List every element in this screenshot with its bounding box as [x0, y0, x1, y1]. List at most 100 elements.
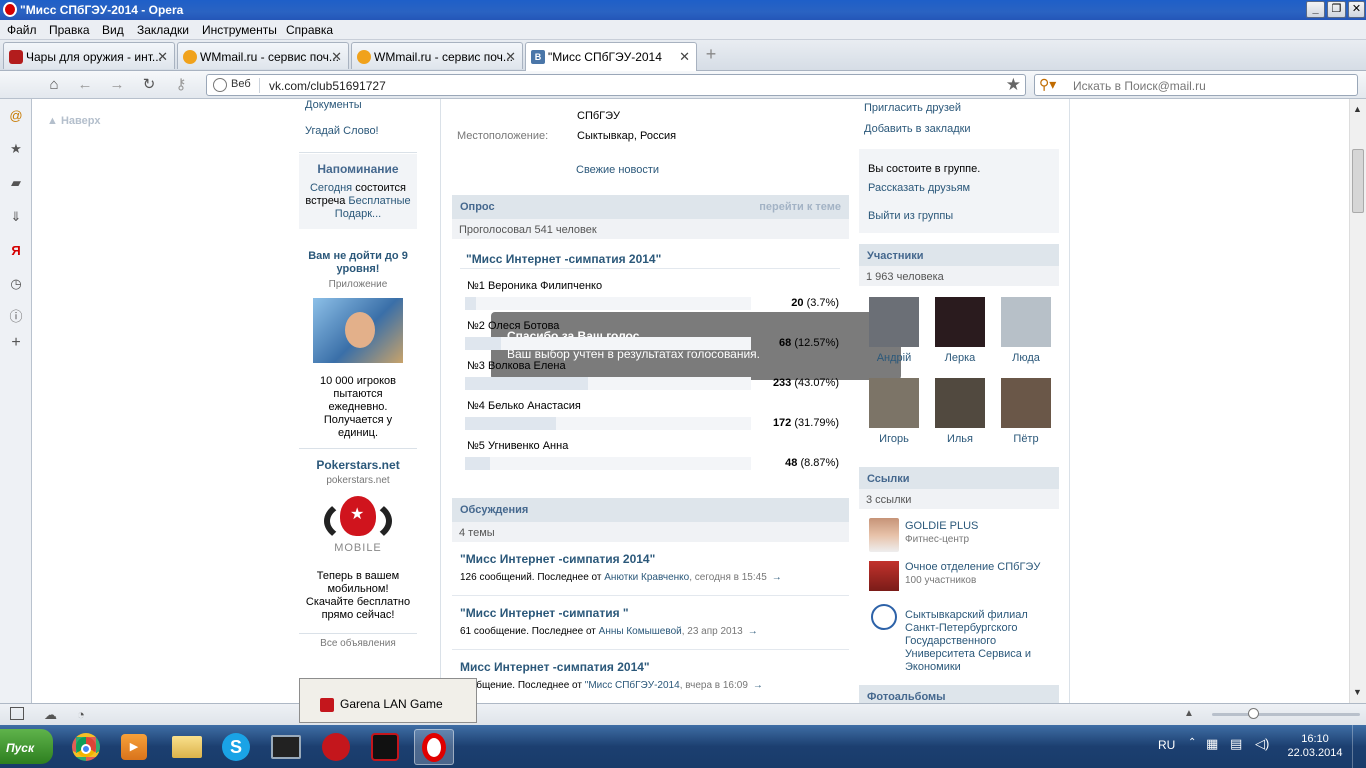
- panel-toggle-icon[interactable]: [10, 707, 24, 720]
- notes-icon[interactable]: ▰: [8, 175, 24, 191]
- poll-goto-link[interactable]: перейти к теме: [759, 201, 841, 213]
- member-avatar[interactable]: [935, 378, 985, 428]
- menu-file[interactable]: Файл: [7, 23, 37, 37]
- tray-expand-icon[interactable]: ⌃: [1188, 737, 1196, 748]
- forward-icon[interactable]: →: [108, 76, 126, 94]
- opera-taskbar-icon[interactable]: [414, 729, 454, 765]
- back-icon[interactable]: ←: [76, 76, 94, 94]
- member-avatar[interactable]: [1001, 297, 1051, 347]
- tab-wmmail-1[interactable]: WMmail.ru - сервис поч... ✕: [177, 42, 349, 69]
- member-card[interactable]: Люда: [1000, 297, 1052, 364]
- mail-icon[interactable]: @: [8, 108, 24, 124]
- start-button[interactable]: Пуск: [0, 729, 53, 764]
- ad-game[interactable]: Вам не дойти до 9 уровня! Приложение 10 …: [299, 250, 417, 440]
- media-player-icon[interactable]: ▶: [114, 729, 154, 765]
- explorer-folder-icon[interactable]: [167, 729, 207, 765]
- new-tab-button[interactable]: +: [702, 45, 720, 64]
- discussion-title-link[interactable]: "Мисс Интернет -симпатия 2014": [460, 552, 655, 566]
- ad-game-image[interactable]: [313, 298, 403, 363]
- chrome-icon[interactable]: [66, 729, 106, 765]
- ad-poker-title[interactable]: Pokerstars.net: [299, 458, 417, 472]
- search-icon[interactable]: ⚲▾: [1039, 76, 1056, 93]
- discussion-author-link[interactable]: Анютки Кравченко: [604, 572, 689, 583]
- member-card[interactable]: Игорь: [868, 378, 920, 445]
- garena-preview[interactable]: Garena LAN Game: [299, 678, 477, 723]
- scroll-to-top-link[interactable]: ▲ Наверх: [47, 115, 100, 127]
- discussion-author-link[interactable]: "Мисс СПбГЭУ-2014: [585, 680, 680, 691]
- invite-friends-link[interactable]: Пригласить друзей: [864, 102, 961, 114]
- menu-tools[interactable]: Инструменты: [202, 23, 277, 37]
- menu-bookmarks[interactable]: Закладки: [137, 23, 189, 37]
- close-icon[interactable]: ✕: [331, 49, 342, 65]
- discussion-title-link[interactable]: "Мисс Интернет -симпатия ": [460, 606, 629, 620]
- member-avatar[interactable]: [869, 378, 919, 428]
- show-desktop-button[interactable]: [1352, 725, 1366, 768]
- link-goldie-plus[interactable]: GOLDIE PLUS: [905, 520, 978, 532]
- address-field[interactable]: Веб vk.com/club51691727 ★: [206, 74, 1026, 96]
- scroll-up-icon[interactable]: ▲: [1353, 104, 1362, 114]
- documents-link[interactable]: Документы: [305, 99, 362, 111]
- add-panel-icon[interactable]: +: [8, 335, 24, 351]
- menu-help[interactable]: Справка: [286, 23, 333, 37]
- guess-word-link[interactable]: Угадай Слово!: [305, 125, 379, 137]
- menu-view[interactable]: Вид: [102, 23, 124, 37]
- close-icon[interactable]: ✕: [157, 49, 168, 65]
- link-university[interactable]: Сыктывкарский филиал Санкт-Петербургског…: [905, 609, 1055, 674]
- pokerstars-logo-icon[interactable]: ★ MOBILE: [318, 494, 398, 560]
- discussion-author-link[interactable]: Анны Комышевой: [599, 626, 682, 637]
- member-name[interactable]: Андрій: [868, 352, 920, 364]
- zoom-slider-thumb[interactable]: [1248, 708, 1259, 719]
- members-header[interactable]: Участники: [859, 244, 1059, 268]
- cloud-icon[interactable]: ☁: [44, 707, 57, 723]
- search-field[interactable]: ⚲▾ Искать в Поиск@mail.ru: [1034, 74, 1358, 96]
- leave-group-link[interactable]: Выйти из группы: [868, 210, 953, 222]
- member-card[interactable]: Андрій: [868, 297, 920, 364]
- network-icon[interactable]: ▦: [1206, 736, 1218, 752]
- speed-dial-icon[interactable]: ◔: [77, 707, 85, 722]
- ad-game-title[interactable]: Вам не дойти до 9 уровня!: [299, 250, 417, 276]
- member-name[interactable]: Игорь: [868, 433, 920, 445]
- downloads-icon[interactable]: ⇓: [8, 209, 24, 225]
- arrow-right-icon[interactable]: →: [748, 626, 758, 637]
- web-badge[interactable]: Веб: [213, 78, 260, 93]
- home-icon[interactable]: ⌂: [45, 76, 63, 94]
- language-indicator[interactable]: RU: [1158, 738, 1175, 752]
- bookmark-star-icon[interactable]: ★: [1006, 75, 1021, 95]
- reload-icon[interactable]: ↻: [140, 76, 158, 94]
- close-button[interactable]: ✕: [1348, 1, 1365, 18]
- ad-poker[interactable]: Pokerstars.net pokerstars.net ★ MOBILE Т…: [299, 458, 417, 622]
- link-fulltime-dept[interactable]: Очное отделение СПбГЭУ: [905, 561, 1040, 573]
- arrow-right-icon[interactable]: →: [753, 680, 763, 691]
- close-icon[interactable]: ✕: [505, 49, 516, 65]
- garena-lan-icon[interactable]: [365, 729, 405, 765]
- skype-icon[interactable]: S: [216, 729, 256, 765]
- yandex-icon[interactable]: Я: [8, 243, 24, 259]
- university-emblem-icon[interactable]: [871, 604, 897, 630]
- tell-friends-link[interactable]: Рассказать друзьям: [868, 182, 970, 194]
- zoom-slider[interactable]: [1212, 708, 1360, 719]
- page-scrollbar[interactable]: ▲ ▼: [1349, 99, 1366, 703]
- close-icon[interactable]: ✕: [679, 49, 690, 65]
- member-card[interactable]: Пётр: [1000, 378, 1052, 445]
- clock[interactable]: 16:10 22.03.2014: [1286, 732, 1344, 760]
- all-ads-link[interactable]: Все объявления: [299, 638, 417, 649]
- member-avatar[interactable]: [869, 297, 919, 347]
- reminder-today-link[interactable]: Сегодня: [310, 182, 352, 194]
- add-bookmark-link[interactable]: Добавить в закладки: [864, 123, 971, 135]
- goldie-plus-thumb[interactable]: [869, 518, 899, 552]
- discussion-title-link[interactable]: Мисс Интернет -симпатия 2014": [460, 660, 650, 674]
- maximize-button[interactable]: ❐: [1327, 1, 1346, 18]
- history-icon[interactable]: ◷: [8, 276, 24, 292]
- fresh-news-link[interactable]: Свежие новости: [576, 164, 659, 176]
- scroll-thumb[interactable]: [1352, 149, 1364, 213]
- task-manager-icon[interactable]: [266, 729, 306, 765]
- zoom-icon[interactable]: ▲: [1184, 708, 1194, 719]
- tab-wmmail-2[interactable]: WMmail.ru - сервис поч... ✕: [351, 42, 523, 69]
- garena-app-icon[interactable]: [316, 729, 356, 765]
- member-name[interactable]: Пётр: [1000, 433, 1052, 445]
- scroll-down-icon[interactable]: ▼: [1353, 687, 1362, 697]
- tab-weapon-enchants[interactable]: Чары для оружия - инт... ✕: [3, 42, 175, 69]
- minimize-button[interactable]: _: [1306, 1, 1325, 18]
- device-icon[interactable]: ▤: [1230, 736, 1242, 752]
- photos-header[interactable]: Фотоальбомы: [859, 685, 1059, 703]
